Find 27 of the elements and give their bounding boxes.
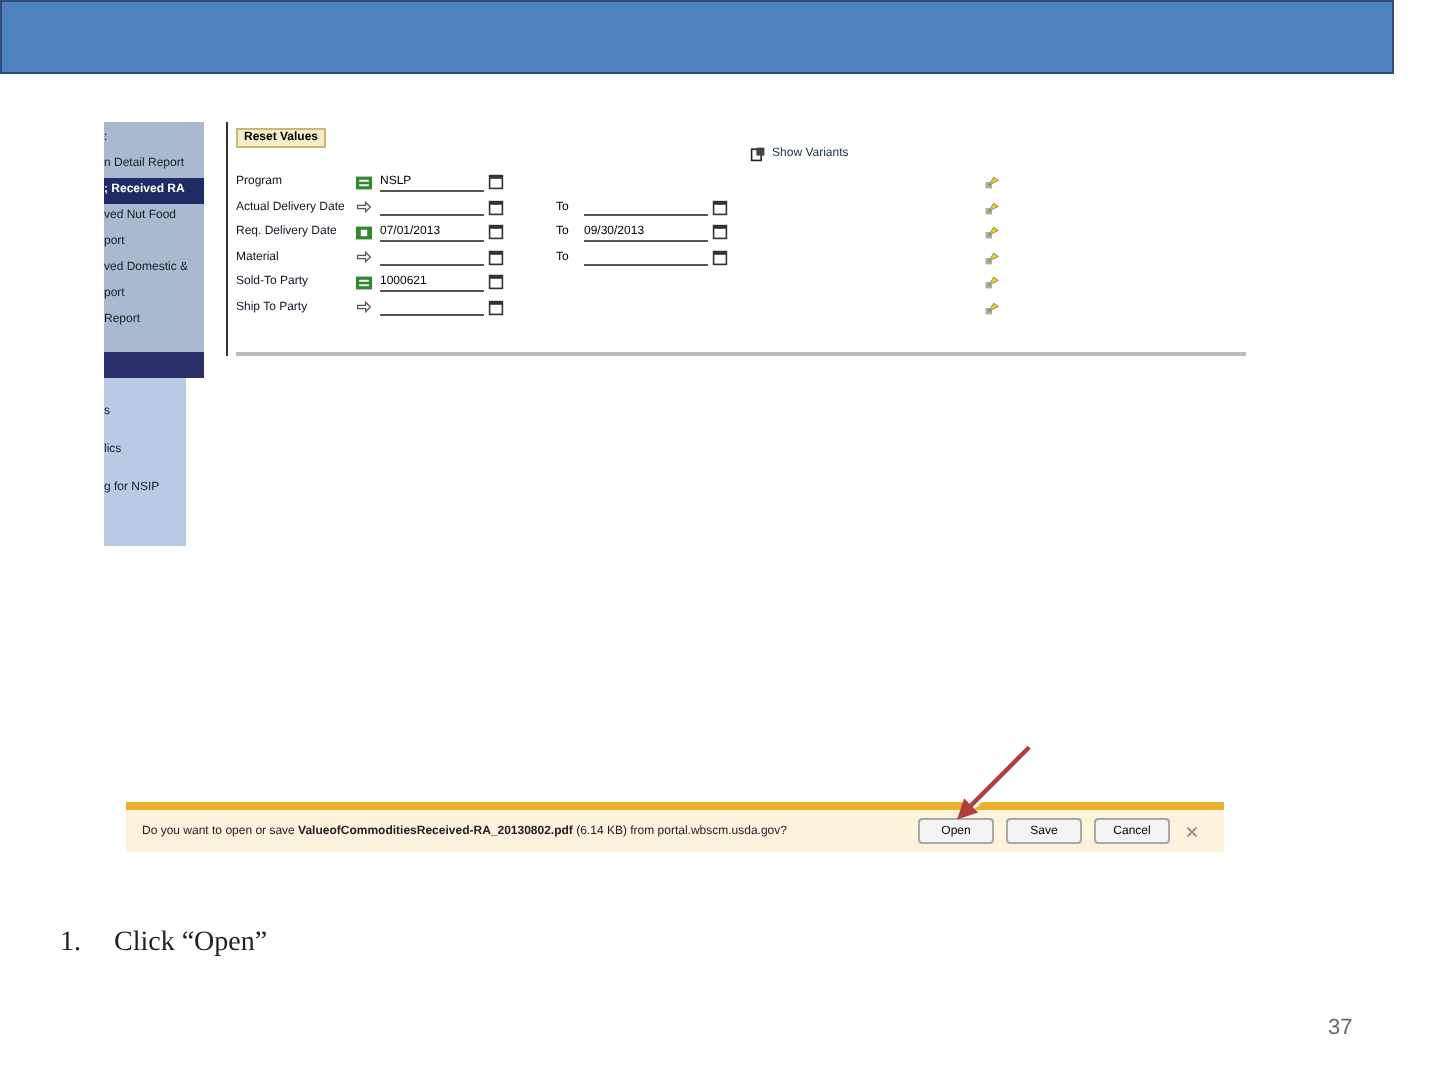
multiple-selection-icon[interactable] (984, 249, 1000, 266)
value-help-icon[interactable] (488, 174, 504, 191)
value-help-icon[interactable] (488, 299, 504, 316)
arrow-icon[interactable] (356, 200, 372, 215)
value-help-icon[interactable] (488, 249, 504, 266)
range-icon[interactable] (356, 225, 372, 240)
page-number: 37 (1328, 1016, 1353, 1040)
equals-icon[interactable] (356, 275, 372, 290)
arrow-icon[interactable] (356, 300, 372, 315)
sidebar-header (104, 352, 204, 379)
value-help-icon[interactable] (712, 224, 728, 241)
value-help-icon[interactable] (712, 249, 728, 266)
value-help-icon[interactable] (488, 199, 504, 216)
multiple-selection-icon[interactable] (984, 174, 1000, 191)
equals-icon[interactable] (356, 175, 372, 190)
step-number: 1. (60, 928, 83, 960)
step-text: Click “Open” (114, 928, 268, 960)
value-help-icon[interactable] (712, 199, 728, 216)
value-help-icon[interactable] (488, 224, 504, 241)
multiple-selection-icon[interactable] (984, 199, 1000, 216)
multiple-selection-icon[interactable] (984, 274, 1000, 291)
arrow-icon[interactable] (356, 250, 372, 265)
multiple-selection-icon[interactable] (984, 224, 1000, 241)
value-help-icon[interactable] (488, 274, 504, 291)
multiple-selection-icon[interactable] (984, 299, 1000, 316)
variants-icon (750, 146, 767, 162)
close-icon[interactable] (1186, 825, 1198, 837)
